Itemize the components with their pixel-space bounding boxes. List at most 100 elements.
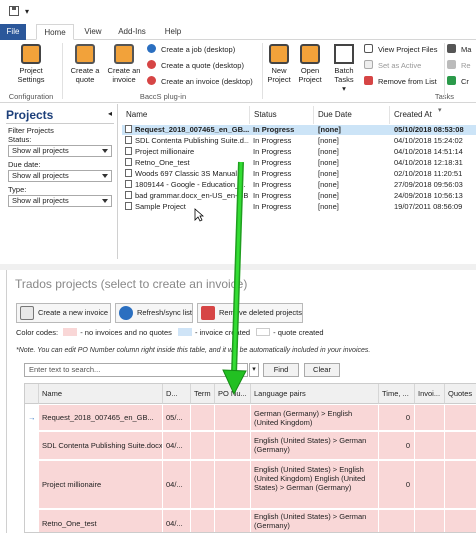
create-quote-desktop-button[interactable]: Create a quote (desktop) [147, 60, 244, 71]
row-po-number[interactable] [215, 405, 251, 430]
row-name: Project millionaire [39, 461, 163, 508]
column-header-time[interactable]: Time, ... [379, 384, 415, 404]
find-button[interactable]: Find [263, 363, 299, 377]
project-name: 1809144 - Google - Education_... [135, 180, 246, 189]
row-invoices [415, 432, 445, 459]
note-text: *Note. You can edit PO Number column rig… [16, 347, 371, 354]
blue-swatch [178, 328, 193, 336]
mouse-cursor-icon [194, 208, 204, 222]
table-row[interactable]: Retno_One_test 04/... English (United St… [25, 510, 476, 532]
create-quote-button[interactable]: Create a quote [66, 44, 104, 84]
re-label: Re [461, 61, 471, 70]
row-term [191, 461, 215, 508]
re-button[interactable]: Re [447, 60, 471, 71]
row-po-number[interactable] [215, 461, 251, 508]
project-name: Project millionaire [135, 147, 195, 156]
project-status: In Progress [253, 169, 292, 178]
chevron-down-icon [102, 199, 108, 203]
set-as-active-button[interactable]: Set as Active [364, 60, 421, 71]
row-indicator [25, 432, 39, 459]
list-item[interactable]: bad grammar.docx_en-US_en-GB In Progress… [122, 191, 476, 201]
project-status: In Progress [253, 191, 292, 200]
search-input[interactable]: Enter text to search... [24, 363, 248, 377]
list-item[interactable]: Woods 697 Classic 3S Manual In Progress … [122, 169, 476, 179]
project-settings-label: Project Settings [17, 66, 45, 84]
search-dropdown-icon[interactable]: ▾ [249, 363, 259, 377]
column-header-term[interactable]: Term [191, 384, 215, 404]
list-item[interactable]: 1809144 - Google - Education_... In Prog… [122, 180, 476, 190]
pane-toggle-icon[interactable]: ◂ [108, 109, 112, 118]
column-header-status[interactable]: Status [250, 106, 314, 124]
create-new-invoice-button[interactable]: Create a new invoice [16, 303, 111, 323]
column-header-po-number[interactable]: PO Nu... [215, 384, 251, 404]
column-header-name[interactable]: Name [39, 384, 163, 404]
table-row[interactable]: Project millionaire 04/... English (Unit… [25, 461, 476, 509]
divider [262, 43, 263, 99]
project-name: Woods 697 Classic 3S Manual [135, 169, 237, 178]
project-created-at: 19/07/2011 08:56:09 [394, 202, 463, 211]
view-project-files-button[interactable]: View Project Files [364, 44, 437, 55]
row-po-number[interactable] [215, 510, 251, 532]
list-item[interactable]: Project millionaire In Progress [none] 0… [122, 147, 476, 157]
column-header-due-date[interactable]: Due Date [314, 106, 390, 124]
projects-pane: Projects ◂ Filter Projects Status: Show … [0, 104, 118, 259]
remove-deleted-projects-button[interactable]: Remove deleted projects [197, 303, 303, 323]
create-job-desktop-label: Create a job (desktop) [161, 45, 236, 54]
list-item[interactable]: Retno_One_test In Progress [none] 04/10/… [122, 158, 476, 168]
column-header-invoices[interactable]: Invoi... [415, 384, 445, 404]
ma-label: Ma [461, 45, 472, 54]
row-invoices [415, 405, 445, 430]
tab-file[interactable]: File [0, 24, 26, 40]
table-row[interactable]: → Request_2018_007465_en_GB... 05/... Ge… [25, 405, 476, 431]
column-header-created-at[interactable]: Created At [390, 106, 476, 124]
project-status: In Progress [253, 202, 292, 211]
list-item[interactable]: Sample Project In Progress [none] 19/07/… [122, 202, 476, 212]
row-time: 0 [379, 405, 415, 430]
tab-add-ins[interactable]: Add-Ins [114, 24, 150, 40]
new-project-button[interactable]: New Project [266, 44, 292, 84]
column-header-quotes[interactable]: Quotes [445, 384, 476, 404]
row-indicator-icon: → [25, 405, 39, 430]
project-created-at: 27/09/2018 09:56:03 [394, 180, 463, 189]
list-item[interactable]: Request_2018_007465_en_GB... In Progress… [122, 125, 476, 135]
batch-tasks-button[interactable]: Batch Tasks ▾ [328, 44, 360, 93]
type-filter-select[interactable]: Show all projects [8, 195, 112, 207]
tab-help[interactable]: Help [160, 24, 186, 40]
clear-button[interactable]: Clear [304, 363, 340, 377]
column-header-date[interactable]: D... [163, 384, 191, 404]
project-status: In Progress [253, 147, 292, 156]
column-header-language-pairs[interactable]: Language pairs [251, 384, 379, 404]
search-placeholder: Enter text to search... [29, 365, 101, 374]
color-codes-label: Color codes: [16, 328, 59, 337]
row-po-number[interactable] [215, 432, 251, 459]
create-invoice-desktop-button[interactable]: Create an invoice (desktop) [147, 76, 253, 87]
table-row[interactable]: SDL Contenta Publishing Suite.docx 04/..… [25, 432, 476, 460]
cr-button[interactable]: Cr [447, 76, 469, 87]
open-project-button[interactable]: Open Project [296, 44, 324, 84]
chevron-down-icon [102, 174, 108, 178]
project-due-date: [none] [318, 158, 339, 167]
refresh-sync-button[interactable]: Refresh/sync list [115, 303, 193, 323]
view-project-files-label: View Project Files [378, 45, 438, 54]
project-settings-button[interactable]: Project Settings [10, 44, 52, 84]
create-job-desktop-button[interactable]: Create a job (desktop) [147, 44, 235, 55]
create-invoice-button[interactable]: Create an invoice [106, 44, 142, 84]
white-swatch [256, 328, 271, 336]
save-icon[interactable] [9, 6, 19, 16]
column-header-name[interactable]: Name [122, 106, 250, 124]
row-term [191, 405, 215, 430]
customize-icon[interactable]: ▾ [25, 7, 29, 16]
remove-from-list-button[interactable]: Remove from List [364, 76, 437, 87]
chevron-down-icon [102, 149, 108, 153]
divider [62, 43, 63, 99]
due-date-filter-select[interactable]: Show all projects [8, 170, 112, 182]
ma-button[interactable]: Ma [447, 44, 471, 55]
list-item[interactable]: SDL Contenta Publishing Suite.d... In Pr… [122, 136, 476, 146]
project-due-date: [none] [318, 180, 339, 189]
status-filter-select[interactable]: Show all projects [8, 145, 112, 157]
document-icon [125, 202, 132, 210]
project-name: Retno_One_test [135, 158, 190, 167]
re-icon [447, 60, 456, 69]
tab-view[interactable]: View [80, 24, 106, 40]
tab-home[interactable]: Home [36, 24, 74, 40]
